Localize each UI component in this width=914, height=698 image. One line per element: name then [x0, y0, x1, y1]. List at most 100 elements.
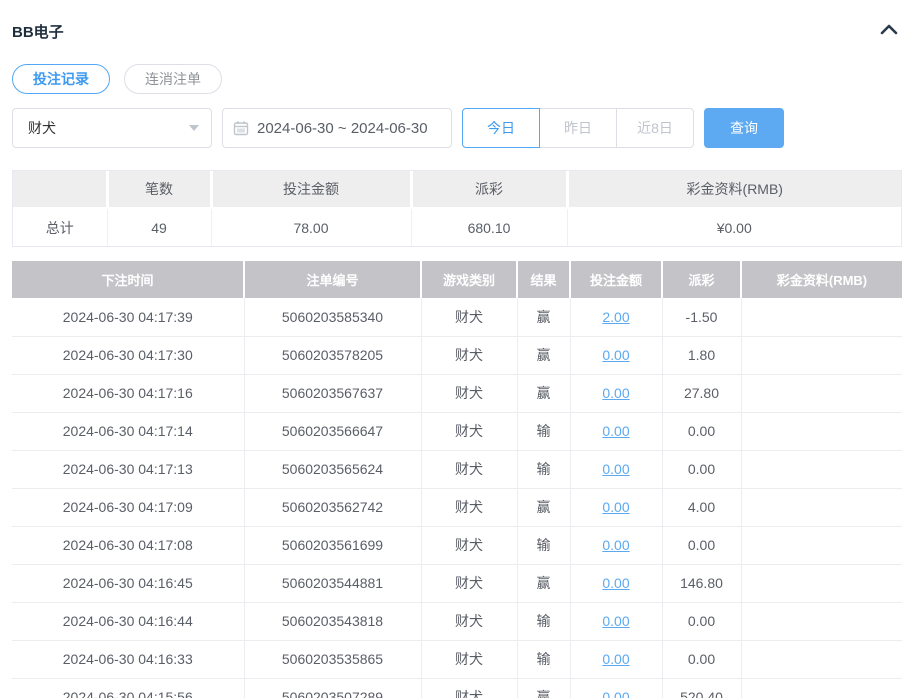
record-row: 2024-06-30 04:16:44 5060203543818 财犬输 0.00 0… [12, 602, 902, 641]
bet-amount-link[interactable]: 0.00 [602, 385, 629, 401]
bet-amount-link[interactable]: 0.00 [602, 347, 629, 363]
records-col-bonus: 彩金资料(RMB) [741, 261, 902, 298]
record-order-no: 5060203535865 [244, 640, 422, 679]
record-bet-amount: 2.00 [570, 298, 663, 337]
bet-amount-link[interactable]: 0.00 [602, 537, 629, 553]
records-col-order-no: 注单编号 [244, 261, 422, 298]
record-row: 2024-06-30 04:17:08 5060203561699 财犬输 0.00 0… [12, 526, 902, 565]
record-bet-amount: 0.00 [570, 412, 663, 451]
records-col-game: 游戏类别 [421, 261, 518, 298]
record-time: 2024-06-30 04:15:56 [12, 678, 245, 698]
record-payout: 520.40 [662, 678, 742, 698]
record-order-no: 5060203561699 [244, 526, 422, 565]
record-bet-amount: 0.00 [570, 564, 663, 603]
record-payout: 1.80 [662, 336, 742, 375]
record-game: 财犬 [421, 374, 518, 413]
calendar-icon [233, 120, 249, 136]
record-time: 2024-06-30 04:16:33 [12, 640, 245, 679]
caret-down-icon [189, 125, 199, 131]
records-col-result: 结果 [517, 261, 571, 298]
record-order-no: 5060203578205 [244, 336, 422, 375]
record-bet-amount: 0.00 [570, 374, 663, 413]
bet-amount-link[interactable]: 2.00 [602, 309, 629, 325]
record-bonus [741, 450, 902, 489]
panel-title: BB电子 [12, 23, 64, 41]
date-range-picker[interactable]: 2024-06-30 ~ 2024-06-30 [222, 108, 452, 148]
date-range-value: 2024-06-30 ~ 2024-06-30 [257, 119, 428, 137]
record-row: 2024-06-30 04:17:14 5060203566647 财犬输 0.00 0… [12, 412, 902, 451]
record-payout: 4.00 [662, 488, 742, 527]
bet-amount-link[interactable]: 0.00 [602, 689, 629, 698]
bet-amount-link[interactable]: 0.00 [602, 651, 629, 667]
record-payout: 0.00 [662, 526, 742, 565]
summary-total-label: 总计 [13, 208, 108, 246]
record-payout: 0.00 [662, 602, 742, 641]
record-time: 2024-06-30 04:17:14 [12, 412, 245, 451]
record-result: 赢 [517, 336, 571, 375]
summary-header-row: 笔数 投注金额 派彩 彩金资料(RMB) [13, 171, 901, 209]
range-today-button[interactable]: 今日 [462, 108, 540, 148]
filter-bar: 财犬 2024-06-30 ~ 2024-06-30 今日 昨日 近8日 查询 [12, 108, 902, 148]
record-order-no: 5060203507289 [244, 678, 422, 698]
record-row: 2024-06-30 04:17:13 5060203565624 财犬输 0.00 0… [12, 450, 902, 489]
tab-bet-records[interactable]: 投注记录 [12, 64, 110, 94]
tab-cancelled-orders[interactable]: 连消注单 [124, 64, 222, 94]
quick-range-group: 今日 昨日 近8日 [462, 108, 694, 148]
bet-records-panel: BB电子 投注记录 连消注单 财犬 2024-06-30 ~ 2024-06-3… [0, 0, 914, 698]
record-payout: 0.00 [662, 450, 742, 489]
records-col-time: 下注时间 [12, 261, 245, 298]
bet-amount-link[interactable]: 0.00 [602, 461, 629, 477]
record-game: 财犬 [421, 640, 518, 679]
record-result: 输 [517, 640, 571, 679]
record-bet-amount: 0.00 [570, 602, 663, 641]
record-bonus [741, 336, 902, 375]
bet-amount-link[interactable]: 0.00 [602, 613, 629, 629]
bet-amount-link[interactable]: 0.00 [602, 423, 629, 439]
game-select-value: 财犬 [28, 120, 56, 136]
record-row: 2024-06-30 04:17:09 5060203562742 财犬赢 0.00 4… [12, 488, 902, 527]
record-bonus [741, 602, 902, 641]
record-order-no: 5060203565624 [244, 450, 422, 489]
record-game: 财犬 [421, 488, 518, 527]
records-col-payout: 派彩 [662, 261, 742, 298]
records-body: 2024-06-30 04:17:39 5060203585340 财犬赢 2.00-… [12, 298, 902, 698]
record-result: 输 [517, 450, 571, 489]
game-select[interactable]: 财犬 [12, 108, 212, 148]
record-order-no: 5060203562742 [244, 488, 422, 527]
record-row: 2024-06-30 04:17:16 5060203567637 财犬赢 0.00 2… [12, 374, 902, 413]
record-bonus [741, 488, 902, 527]
range-last8days-button[interactable]: 近8日 [616, 108, 694, 148]
record-time: 2024-06-30 04:17:09 [12, 488, 245, 527]
bet-amount-link[interactable]: 0.00 [602, 575, 629, 591]
record-game: 财犬 [421, 336, 518, 375]
record-bet-amount: 0.00 [570, 336, 663, 375]
records-col-bet-amount: 投注金额 [570, 261, 663, 298]
record-payout: 0.00 [662, 412, 742, 451]
record-game: 财犬 [421, 602, 518, 641]
record-row: 2024-06-30 04:16:45 5060203544881 财犬赢 0.00 1… [12, 564, 902, 603]
record-result: 输 [517, 526, 571, 565]
query-button[interactable]: 查询 [704, 108, 784, 148]
range-yesterday-button[interactable]: 昨日 [539, 108, 617, 148]
record-order-no: 5060203544881 [244, 564, 422, 603]
record-bonus [741, 640, 902, 679]
record-time: 2024-06-30 04:17:13 [12, 450, 245, 489]
record-bet-amount: 0.00 [570, 526, 663, 565]
record-bonus [741, 412, 902, 451]
collapse-panel-button[interactable] [878, 20, 900, 42]
panel-header: BB电子 [12, 0, 902, 42]
record-bonus [741, 526, 902, 565]
record-result: 赢 [517, 298, 571, 337]
record-result: 赢 [517, 488, 571, 527]
record-bet-amount: 0.00 [570, 488, 663, 527]
record-game: 财犬 [421, 564, 518, 603]
summary-col-payout: 派彩 [411, 171, 569, 209]
summary-total-count: 49 [107, 208, 212, 246]
summary-col-count: 笔数 [107, 171, 213, 209]
records-table: 下注时间 注单编号 游戏类别 结果 投注金额 派彩 彩金资料(RMB) 2024… [12, 261, 902, 698]
record-time: 2024-06-30 04:17:30 [12, 336, 245, 375]
record-time: 2024-06-30 04:17:39 [12, 298, 245, 337]
record-payout: -1.50 [662, 298, 742, 337]
bet-amount-link[interactable]: 0.00 [602, 499, 629, 515]
record-bet-amount: 0.00 [570, 640, 663, 679]
